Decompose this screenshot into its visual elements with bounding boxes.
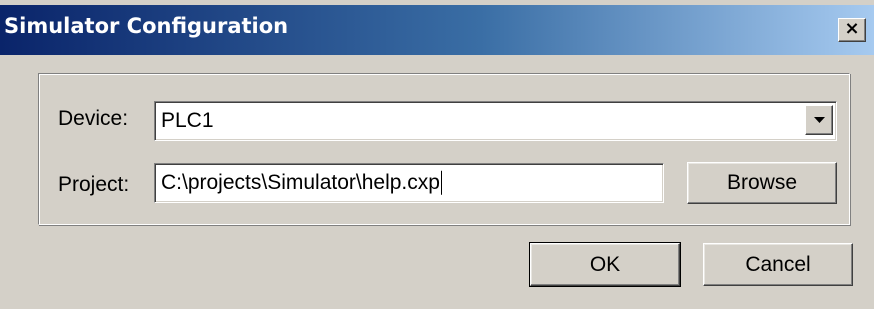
window-title: Simulator Configuration	[4, 14, 289, 38]
close-button[interactable]: ×	[838, 18, 866, 42]
project-path-input[interactable]: C:\projects\Simulator\help.cxp	[154, 163, 664, 203]
title-bar[interactable]: Simulator Configuration ×	[0, 5, 874, 55]
simulator-configuration-dialog: Simulator Configuration × Device: PLC1 P…	[0, 0, 874, 309]
project-path-text-wrap: C:\projects\Simulator\help.cxp	[161, 170, 442, 196]
cancel-button-label: Cancel	[745, 252, 811, 276]
chevron-down-icon	[814, 117, 825, 123]
device-dropdown[interactable]: PLC1	[154, 101, 837, 141]
device-label: Device:	[58, 107, 129, 130]
ok-button[interactable]: OK	[529, 242, 681, 287]
browse-button[interactable]: Browse	[687, 162, 837, 204]
close-icon: ×	[844, 18, 860, 39]
ok-button-label: OK	[589, 252, 621, 276]
device-dropdown-button[interactable]	[805, 105, 833, 135]
text-cursor	[440, 171, 442, 196]
device-selected-value: PLC1	[161, 109, 214, 132]
project-label: Project:	[58, 173, 130, 196]
browse-button-label: Browse	[726, 171, 798, 194]
cancel-button[interactable]: Cancel	[703, 243, 853, 286]
project-path-value: C:\projects\Simulator\help.cxp	[161, 170, 440, 194]
